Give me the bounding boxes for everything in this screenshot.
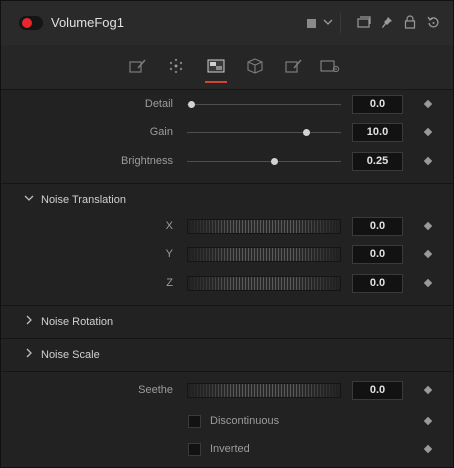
discontinuous-row: Discontinuous: [1, 410, 453, 434]
detail-value-field[interactable]: 0.0: [352, 95, 403, 114]
camera-gear-tab-icon[interactable]: [319, 55, 341, 77]
chevron-down-icon: [23, 193, 35, 205]
image-tab-icon[interactable]: [205, 55, 227, 77]
translation-z-value-field[interactable]: 0.0: [352, 274, 403, 293]
inverted-keyframe-icon[interactable]: [423, 444, 433, 454]
seethe-label: Seethe: [138, 384, 173, 396]
translation-x-label: X: [165, 220, 173, 232]
discontinuous-keyframe-icon[interactable]: [423, 416, 433, 426]
section-divider: [1, 371, 453, 372]
pin-icon[interactable]: [378, 13, 396, 31]
seethe-row: Seethe 0.0: [1, 379, 453, 403]
translation-x-value-field[interactable]: 0.0: [352, 217, 403, 236]
noise-translation-header[interactable]: Noise Translation: [1, 183, 453, 216]
translation-y-row: Y 0.0: [1, 243, 453, 267]
noise-rotation-header[interactable]: Noise Rotation: [1, 305, 453, 338]
noise-scale-header[interactable]: Noise Scale: [1, 338, 453, 371]
inspector-panel: VolumeFog1 Detail 0.0 Gain 10.0 Brightne…: [0, 0, 454, 468]
detail-label: Detail: [144, 98, 173, 110]
inverted-label[interactable]: Inverted: [210, 443, 250, 455]
translation-z-keyframe-icon[interactable]: [423, 278, 433, 288]
active-tab-indicator: [205, 81, 227, 83]
noise-dots-tab-icon[interactable]: [165, 55, 187, 77]
brightness-keyframe-icon[interactable]: [423, 156, 433, 166]
inspector-tab-bar: [1, 45, 453, 90]
settings-tab-icon[interactable]: [283, 55, 305, 77]
color-swatch-icon[interactable]: [307, 19, 316, 28]
gain-slider-track[interactable]: [187, 132, 341, 133]
noise-scale-title: Noise Scale: [41, 349, 100, 361]
chevron-right-icon: [23, 348, 35, 360]
detail-slider-track[interactable]: [187, 104, 341, 105]
discontinuous-checkbox[interactable]: [188, 415, 201, 428]
seethe-thumbwheel[interactable]: [187, 383, 341, 398]
chevron-down-icon[interactable]: [319, 13, 337, 31]
gain-slider-knob[interactable]: [303, 129, 310, 136]
detail-slider-knob[interactable]: [188, 101, 195, 108]
translation-z-label: Z: [166, 277, 173, 289]
translation-y-keyframe-icon[interactable]: [423, 249, 433, 259]
inverted-row: Inverted: [1, 438, 453, 462]
translation-y-label: Y: [165, 248, 173, 260]
3d-tab-icon[interactable]: [244, 55, 266, 77]
noise-translation-title: Noise Translation: [41, 194, 126, 206]
detail-keyframe-icon[interactable]: [423, 99, 433, 109]
translation-x-keyframe-icon[interactable]: [423, 221, 433, 231]
noise-rotation-title: Noise Rotation: [41, 316, 114, 328]
version-icon[interactable]: [355, 13, 373, 31]
translation-x-row: X 0.0: [1, 215, 453, 239]
header-separator: [340, 13, 341, 33]
controls-tab-icon[interactable]: [127, 55, 149, 77]
translation-y-thumbwheel[interactable]: [187, 247, 341, 262]
brightness-label: Brightness: [121, 155, 173, 167]
tool-header[interactable]: VolumeFog1: [1, 1, 453, 46]
translation-z-row: Z 0.0: [1, 272, 453, 296]
translation-x-thumbwheel[interactable]: [187, 219, 341, 234]
seethe-value-field[interactable]: 0.0: [352, 381, 403, 400]
discontinuous-label[interactable]: Discontinuous: [210, 415, 279, 427]
chevron-right-icon: [23, 315, 35, 327]
gain-keyframe-icon[interactable]: [423, 127, 433, 137]
translation-z-thumbwheel[interactable]: [187, 276, 341, 291]
gain-value-field[interactable]: 10.0: [352, 123, 403, 142]
record-dot-icon: [22, 18, 32, 28]
brightness-value-field[interactable]: 0.25: [352, 152, 403, 171]
gain-label: Gain: [149, 126, 173, 138]
inverted-checkbox[interactable]: [188, 443, 201, 456]
tool-enable-toggle[interactable]: [19, 16, 43, 30]
brightness-slider-knob[interactable]: [271, 158, 278, 165]
detail-row: Detail 0.0: [1, 93, 453, 117]
reset-icon[interactable]: [424, 13, 442, 31]
tool-name: VolumeFog1: [51, 15, 124, 30]
brightness-slider-track[interactable]: [187, 161, 341, 162]
brightness-row: Brightness 0.25: [1, 150, 453, 174]
seethe-keyframe-icon[interactable]: [423, 385, 433, 395]
gain-row: Gain 10.0: [1, 121, 453, 145]
translation-y-value-field[interactable]: 0.0: [352, 245, 403, 264]
lock-icon[interactable]: [401, 13, 419, 31]
